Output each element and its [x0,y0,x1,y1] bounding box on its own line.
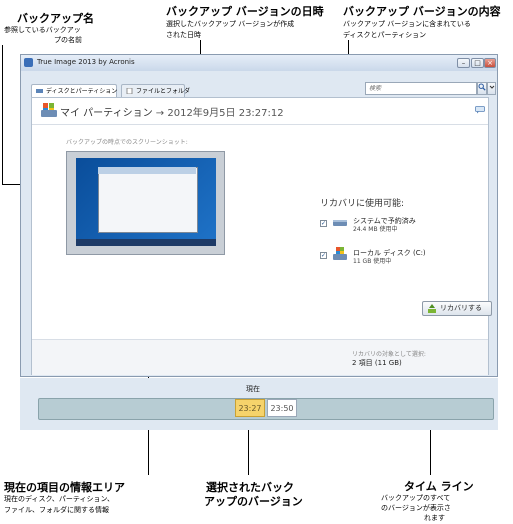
disk-icon [333,220,347,226]
windows-disk-icon [41,103,57,117]
disk-icon [36,89,43,93]
selected-for-recovery-value: 2 項目 (11 GB) [352,359,402,367]
search-button[interactable] [477,82,487,95]
windows-disk-icon [333,247,347,260]
annotation-info-area-desc-2: ファイル、フォルダに関する情報 [4,506,109,514]
annotation-info-area-desc-1: 現在のディスク、パーティション、 [4,495,115,503]
tab-files-folders[interactable]: ファイルとフォルダ [121,84,190,97]
leader-line [2,45,3,185]
backup-datetime: 2012年9月5日 23:27:12 [167,108,284,119]
content-panel: マイ パーティション → 2012年9月5日 23:27:12 バックアップの時… [31,97,489,375]
tab-label: ファイルとフォルダ [136,88,191,95]
annotation-contents-desc-2: ディスクとパーティション [343,31,427,39]
comment-icon[interactable] [475,106,485,114]
backup-header: マイ パーティション → 2012年9月5日 23:27:12 [32,98,488,123]
annotation-contents-desc-1: バックアップ バージョンに含まれている [343,20,471,28]
annotation-contents-title: バックアップ バージョンの内容 [343,5,501,18]
recover-icon [428,304,436,313]
maximize-button[interactable]: □ [471,58,484,68]
thumbnail-window-titlebar [98,167,196,174]
chevron-down-icon [489,85,494,89]
annotation-backup-name-desc-1: 参照しているバックアッ [4,26,81,34]
selected-for-recovery-label: リカバリの対象として選択: [352,351,426,358]
title-bar: True Image 2013 by Acronis – □ × [21,55,497,71]
annotation-version-date-desc-1: 選択したバックアップ バージョンが作成 [166,20,295,28]
app-icon [24,58,33,67]
window-title: True Image 2013 by Acronis [37,58,135,66]
version-selected[interactable]: 23:27 [235,399,265,417]
thumbnail-window [98,167,198,233]
now-label: 現在 [246,385,260,393]
annotation-backup-name-desc-2: プの名前 [54,36,82,44]
desktop-thumbnail [76,158,216,246]
annotation-timeline-desc-3: れます [424,514,445,522]
timeline[interactable] [38,398,494,420]
annotation-timeline-desc-1: バックアップのすべて [381,494,451,502]
version-item[interactable]: 23:50 [267,399,297,417]
search-dropdown-button[interactable] [487,82,496,95]
annotation-selected-version-title-2: アップのバージョン [204,495,303,508]
screenshot-label: バックアップの時点でのスクリーンショット: [66,139,188,146]
file-icon [126,88,133,94]
tab-label: ディスクとパーティション [46,88,118,95]
item-checkbox[interactable]: ✓ [320,252,327,259]
search-input[interactable]: 検索 [365,82,477,95]
item-size: 11 GB 使用中 [353,258,392,265]
annotation-timeline-title: タイム ライン [404,480,474,493]
annotation-timeline-desc-2: のバージョンが表示さ [381,504,451,512]
close-button[interactable]: × [484,58,496,68]
timeline-area: 現在 23:27 23:50 [20,378,498,430]
recover-button[interactable]: リカバリする [422,301,492,316]
item-size: 24.4 MB 使用中 [353,226,398,233]
thumbnail-taskbar [76,239,216,246]
recover-button-label: リカバリする [440,304,482,312]
recovery-title: リカバリに使用可能: [320,199,405,209]
annotation-version-date-title: バックアップ バージョンの日時 [166,5,324,18]
tab-disks-partitions[interactable]: ディスクとパーティション [31,84,117,97]
backup-screenshot [66,151,225,255]
item-checkbox[interactable]: ✓ [320,220,327,227]
annotation-version-date-desc-2: された日時 [166,31,201,39]
backup-name: マイ パーティション [60,108,153,119]
annotation-backup-name-title: バックアップ名 [17,12,94,25]
search-icon [478,83,486,91]
app-window: True Image 2013 by Acronis – □ × ディスクとパー… [20,54,498,377]
backup-title: マイ パーティション → 2012年9月5日 23:27:12 [60,104,284,119]
annotation-info-area-title: 現在の項目の情報エリア [4,481,125,494]
minimize-button[interactable]: – [457,58,470,68]
header-divider [32,124,488,125]
arrow: → [155,108,165,119]
